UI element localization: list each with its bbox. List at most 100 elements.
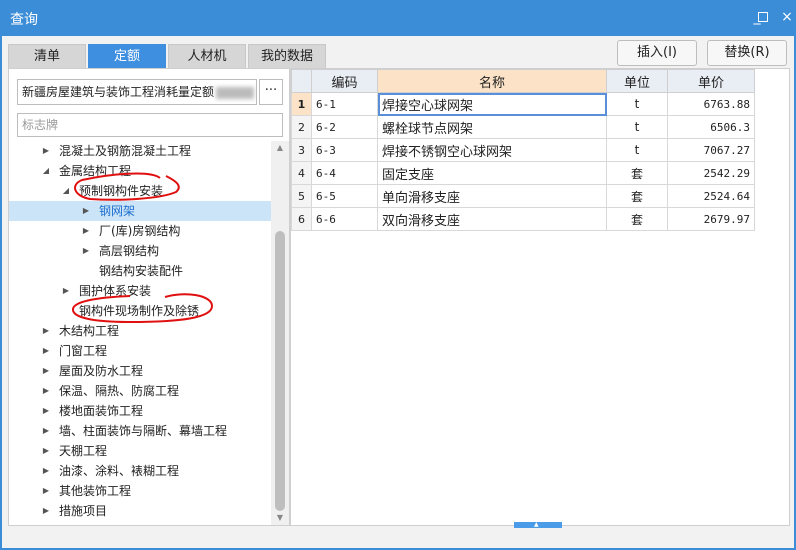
library-more-button[interactable]: ···: [259, 79, 283, 105]
tree-item[interactable]: ▶ 保温、隔热、防腐工程: [9, 381, 271, 401]
cell-code[interactable]: 6-2: [311, 115, 378, 139]
tree-scrollbar[interactable]: ▲ ▼: [271, 141, 289, 525]
tab-labor-material-machine[interactable]: 人材机: [168, 44, 246, 68]
cell-unit[interactable]: t: [606, 115, 668, 139]
column-header-code[interactable]: 编码: [311, 69, 378, 93]
row-number[interactable]: 2: [291, 115, 312, 139]
row-number[interactable]: 1: [291, 92, 312, 116]
expand-arrow-icon[interactable]: ▶: [41, 341, 51, 361]
cell-unit[interactable]: t: [606, 92, 668, 116]
close-icon[interactable]: ×: [778, 8, 796, 26]
cell-name[interactable]: 固定支座: [377, 161, 607, 185]
tree-item[interactable]: ▶ 混凝土及钢筋混凝土工程: [9, 141, 271, 161]
tree-item[interactable]: 钢构件现场制作及除锈: [9, 301, 271, 321]
cell-unit[interactable]: t: [606, 138, 668, 162]
column-header-price[interactable]: 单价: [667, 69, 755, 93]
quota-library-select[interactable]: 新疆房屋建筑与装饰工程消耗量定额: [17, 79, 257, 105]
table-row[interactable]: 4 6-4 固定支座套 2542.29: [291, 161, 755, 185]
cell-name[interactable]: 单向滑移支座: [377, 184, 607, 208]
maximize-icon[interactable]: [758, 9, 772, 25]
insert-button[interactable]: 插入(I): [617, 40, 697, 66]
row-number[interactable]: 6: [291, 207, 312, 231]
quota-library-value: 新疆房屋建筑与装饰工程消耗量定额: [22, 85, 215, 99]
cell-price[interactable]: 2679.97: [667, 207, 755, 231]
scroll-up-icon[interactable]: ▲: [271, 141, 289, 155]
tree-item[interactable]: ▶ 厂(库)房钢结构: [9, 221, 271, 241]
expand-arrow-icon[interactable]: ▶: [81, 201, 91, 221]
panel-splitter[interactable]: ▲: [514, 521, 562, 529]
expand-arrow-icon[interactable]: ▶: [41, 361, 51, 381]
cell-price[interactable]: 7067.27: [667, 138, 755, 162]
cell-unit[interactable]: 套: [606, 184, 668, 208]
title-bar: 查询 _ ×: [0, 0, 796, 36]
tree-item[interactable]: ▶ 其他装饰工程: [9, 481, 271, 501]
expand-arrow-icon[interactable]: ▶: [41, 461, 51, 481]
tree-item[interactable]: ▶ 高层钢结构: [9, 241, 271, 261]
tree-item[interactable]: ▶ 楼地面装饰工程: [9, 401, 271, 421]
cell-code[interactable]: 6-4: [311, 161, 378, 185]
cell-price[interactable]: 2542.29: [667, 161, 755, 185]
cell-name[interactable]: 螺栓球节点网架: [377, 115, 607, 139]
expand-arrow-icon[interactable]: ▶: [41, 401, 51, 421]
scroll-thumb[interactable]: [275, 231, 285, 511]
tree-item[interactable]: ▶ 围护体系安装: [9, 281, 271, 301]
cell-name[interactable]: 焊接空心球网架: [377, 92, 607, 116]
tree-item[interactable]: ◢ 金属结构工程: [9, 161, 271, 181]
cell-code[interactable]: 6-6: [311, 207, 378, 231]
tree-item[interactable]: ▶ 油漆、涂料、裱糊工程: [9, 461, 271, 481]
tab-quota[interactable]: 定额: [88, 44, 166, 68]
collapse-arrow-icon[interactable]: ◢: [41, 161, 51, 181]
table-row[interactable]: 1 6-1 焊接空心球网架 t 6763.88: [291, 92, 755, 116]
cell-code[interactable]: 6-3: [311, 138, 378, 162]
tab-bill[interactable]: 清单: [8, 44, 86, 68]
tree-item[interactable]: ▶ 钢网架: [9, 201, 271, 221]
expand-arrow-icon[interactable]: ▶: [41, 421, 51, 441]
tree-item[interactable]: ▶ 墙、柱面装饰与隔断、幕墙工程: [9, 421, 271, 441]
row-number[interactable]: 5: [291, 184, 312, 208]
tree-item[interactable]: ▶ 天棚工程: [9, 441, 271, 461]
expand-arrow-icon[interactable]: ▶: [41, 141, 51, 161]
table-row[interactable]: 6 6-6 双向滑移支座套 2679.97: [291, 207, 755, 231]
column-header-name[interactable]: 名称: [377, 69, 607, 93]
expand-arrow-icon[interactable]: ▶: [41, 481, 51, 501]
table-row[interactable]: 5 6-5 单向滑移支座套 2524.64: [291, 184, 755, 208]
tree-item[interactable]: ◢ 预制钢构件安装: [9, 181, 271, 201]
collapse-arrow-icon[interactable]: ◢: [61, 181, 71, 201]
splitter-arrow-icon[interactable]: ▲: [534, 521, 539, 529]
expand-arrow-icon[interactable]: ▶: [41, 381, 51, 401]
cell-unit[interactable]: 套: [606, 161, 668, 185]
cell-name[interactable]: 焊接不锈钢空心球网架: [377, 138, 607, 162]
cell-unit[interactable]: 套: [606, 207, 668, 231]
expand-arrow-icon[interactable]: ▶: [41, 321, 51, 341]
table-row[interactable]: 2 6-2 螺栓球节点网架 t 6506.3: [291, 115, 755, 139]
cell-price[interactable]: 6506.3: [667, 115, 755, 139]
cell-code[interactable]: 6-1: [311, 92, 378, 116]
tree-item[interactable]: ▶ 木结构工程: [9, 321, 271, 341]
tree-item[interactable]: ▶ 门窗工程: [9, 341, 271, 361]
scroll-down-icon[interactable]: ▼: [271, 511, 289, 525]
tree-item-label: 门窗工程: [59, 344, 108, 358]
row-number[interactable]: 3: [291, 138, 312, 162]
search-input[interactable]: [17, 113, 283, 137]
tree-item[interactable]: ▶ 措施项目: [9, 501, 271, 521]
replace-button[interactable]: 替换(R): [707, 40, 787, 66]
cell-price[interactable]: 2524.64: [667, 184, 755, 208]
expand-arrow-icon[interactable]: ▶: [61, 281, 71, 301]
tree-item-label: 油漆、涂料、裱糊工程: [59, 464, 180, 478]
cell-name[interactable]: 双向滑移支座: [377, 207, 607, 231]
expand-arrow-icon[interactable]: ▶: [81, 241, 91, 261]
expand-arrow-icon[interactable]: ▶: [41, 441, 51, 461]
tree-item-label: 混凝土及钢筋混凝土工程: [59, 144, 192, 158]
table-header-row: 编码 名称 单位 单价: [291, 69, 755, 93]
tree-item[interactable]: ▶ 屋面及防水工程: [9, 361, 271, 381]
tab-my-data[interactable]: 我的数据: [248, 44, 326, 68]
expand-arrow-icon[interactable]: ▶: [41, 501, 51, 521]
cell-price[interactable]: 6763.88: [667, 92, 755, 116]
table-row[interactable]: 3 6-3 焊接不锈钢空心球网架 t 7067.27: [291, 138, 755, 162]
expand-arrow-icon[interactable]: ▶: [81, 221, 91, 241]
cell-code[interactable]: 6-5: [311, 184, 378, 208]
tree-item[interactable]: 钢结构安装配件: [9, 261, 271, 281]
row-number[interactable]: 4: [291, 161, 312, 185]
column-header-unit[interactable]: 单位: [606, 69, 668, 93]
tree-item-label: 高层钢结构: [99, 244, 160, 258]
